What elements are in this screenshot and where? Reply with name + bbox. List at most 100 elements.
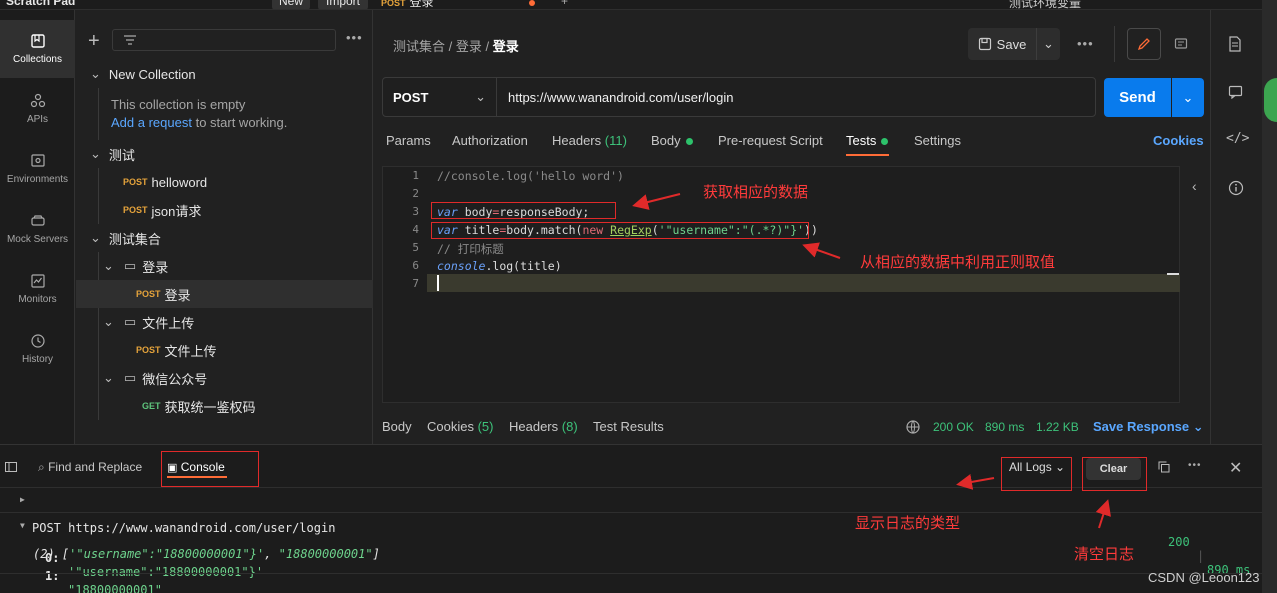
annotation-get-data: 获取相应的数据 — [703, 184, 809, 201]
history-icon — [30, 334, 45, 348]
nav-monitors[interactable]: Monitors — [0, 260, 75, 318]
new-button[interactable]: New — [272, 0, 310, 9]
tree-folder-ceshi[interactable]: ⌄ 测试 — [76, 140, 373, 168]
code-snippet-icon[interactable]: </> — [1226, 131, 1249, 146]
comments-icon[interactable] — [1228, 85, 1243, 99]
page-title: 登录 — [492, 39, 519, 54]
tree-request-json[interactable]: POST json请求 — [76, 196, 373, 224]
send-dropdown-icon[interactable]: ⌄ — [1172, 78, 1204, 117]
nav-environments[interactable]: Environments — [0, 140, 75, 198]
chevron-down-icon: ⌄ — [103, 314, 114, 329]
tab-headers[interactable]: Headers (11) — [552, 133, 627, 148]
active-tab-indicator — [846, 154, 889, 156]
line-number: 2 — [412, 187, 419, 200]
filter-icon — [124, 35, 136, 45]
add-collection-icon[interactable]: + — [88, 30, 100, 53]
request-more-icon[interactable]: ••• — [1077, 36, 1094, 51]
workspace-name[interactable]: Scratch Pad — [6, 0, 75, 8]
console-more-icon[interactable]: ••• — [1188, 460, 1202, 471]
url-input[interactable]: https://www.wanandroid.com/user/login — [498, 78, 1095, 116]
tree-request-denglu[interactable]: POST 登录 — [76, 280, 373, 308]
left-nav: Collections APIs Environments Mock Serve… — [0, 10, 75, 444]
toggle-sidebar-icon[interactable] — [5, 461, 17, 473]
response-tab-cookies[interactable]: Cookies (5) — [427, 419, 493, 434]
cookies-link[interactable]: Cookies — [1153, 133, 1204, 148]
tab-params[interactable]: Params — [386, 133, 431, 148]
method-select[interactable]: POST ⌄ — [383, 78, 497, 116]
save-response-button[interactable]: Save Response ⌄ — [1093, 419, 1204, 435]
filter-input[interactable] — [112, 29, 336, 51]
environments-icon — [30, 154, 45, 167]
response-time[interactable]: 890 ms — [985, 420, 1024, 434]
docs-mode-button[interactable] — [1164, 28, 1198, 60]
globe-icon[interactable] — [905, 419, 921, 435]
collapse-panel-icon[interactable]: ‹ — [1192, 178, 1197, 194]
mock-servers-icon — [30, 215, 45, 226]
request-tab[interactable]: POST 登录 — [381, 0, 434, 9]
tree-collection-ceshijihe[interactable]: ⌄ 测试集合 — [76, 224, 373, 252]
unsaved-dot — [529, 0, 535, 6]
chevron-down-icon: ⌄ — [90, 66, 101, 81]
response-status[interactable]: 200 OK — [933, 420, 974, 434]
save-dropdown-icon[interactable]: ⌄ — [1036, 28, 1060, 60]
line-number: 1 — [412, 169, 419, 182]
nav-history[interactable]: History — [0, 320, 75, 378]
response-tab-headers[interactable]: Headers (8) — [509, 419, 578, 434]
line-number: 6 — [412, 259, 419, 272]
comment-icon — [1174, 38, 1188, 49]
response-tab-body[interactable]: Body — [382, 419, 412, 434]
add-tab-icon[interactable]: + — [561, 0, 568, 8]
side-widget[interactable] — [1264, 78, 1277, 122]
annotation-box-regex — [431, 222, 809, 239]
tree-folder-upload[interactable]: ⌄ ▭ 文件上传 — [76, 308, 373, 336]
tree-folder-wechat[interactable]: ⌄ ▭ 微信公众号 — [76, 364, 373, 392]
chevron-down-icon: ⌄ — [90, 146, 101, 161]
current-line-highlight — [427, 274, 1180, 292]
save-icon — [978, 37, 991, 51]
tab-pre-request-script[interactable]: Pre-request Script — [718, 133, 823, 148]
code-line-1: //console.log('hello word') — [437, 169, 624, 183]
info-icon[interactable] — [1228, 180, 1244, 196]
tree-request-helloword[interactable]: POST helloword — [76, 168, 373, 196]
collections-icon — [30, 34, 45, 48]
tree-request-upload[interactable]: POST 文件上传 — [76, 336, 373, 364]
tree-folder-denglu[interactable]: ⌄ ▭ 登录 — [76, 252, 373, 280]
close-icon[interactable]: ✕ — [1229, 458, 1242, 478]
text-cursor — [437, 275, 439, 291]
apis-icon — [30, 93, 45, 108]
send-button[interactable]: Send — [1104, 78, 1171, 117]
nav-collections[interactable]: Collections — [0, 20, 75, 78]
top-bar: Scratch Pad New Import POST 登录 + 测试环境变量 — [0, 0, 1277, 10]
collection-empty-text: This collection is empty — [111, 97, 246, 112]
console-log-item: 1: "18800000001" — [45, 569, 162, 593]
add-request-link[interactable]: Add a request — [111, 115, 192, 130]
tree-new-collection[interactable]: ⌄ New Collection — [76, 60, 373, 88]
add-request-hint: Add a request to start working. — [111, 115, 288, 130]
import-button[interactable]: Import — [318, 0, 368, 9]
nav-apis[interactable]: APIs — [0, 80, 75, 138]
folder-icon: ▭ — [123, 370, 137, 385]
save-button[interactable]: Save — [968, 28, 1036, 60]
line-number: 3 — [412, 205, 419, 218]
edit-mode-button[interactable] — [1127, 28, 1161, 60]
chevron-down-icon: ⌄ — [103, 258, 114, 273]
tab-tests[interactable]: Tests — [846, 133, 889, 148]
tree-request-token[interactable]: GET 获取统一鉴权码 — [76, 392, 373, 420]
tab-authorization[interactable]: Authorization — [452, 133, 528, 148]
tab-settings[interactable]: Settings — [914, 133, 961, 148]
breadcrumb: 测试集合 / 登录 / 登录 — [393, 39, 519, 54]
response-tab-test-results[interactable]: Test Results — [593, 419, 664, 434]
sidebar-more-icon[interactable]: ••• — [346, 30, 363, 45]
documentation-icon[interactable] — [1228, 36, 1242, 52]
pencil-icon — [1137, 38, 1150, 51]
find-replace-button[interactable]: ⌕ Find and Replace — [38, 460, 142, 475]
nav-mock-servers[interactable]: Mock Servers — [0, 200, 75, 258]
annotation-box-console — [161, 451, 259, 487]
line-number: 4 — [412, 223, 419, 236]
annotation-clear-log: 清空日志 — [1074, 546, 1135, 563]
tab-body[interactable]: Body — [651, 133, 693, 148]
environment-selector[interactable]: 测试环境变量 — [1009, 0, 1081, 9]
copy-icon[interactable] — [1158, 461, 1170, 473]
monitors-icon — [30, 274, 45, 288]
response-size[interactable]: 1.22 KB — [1036, 420, 1079, 434]
